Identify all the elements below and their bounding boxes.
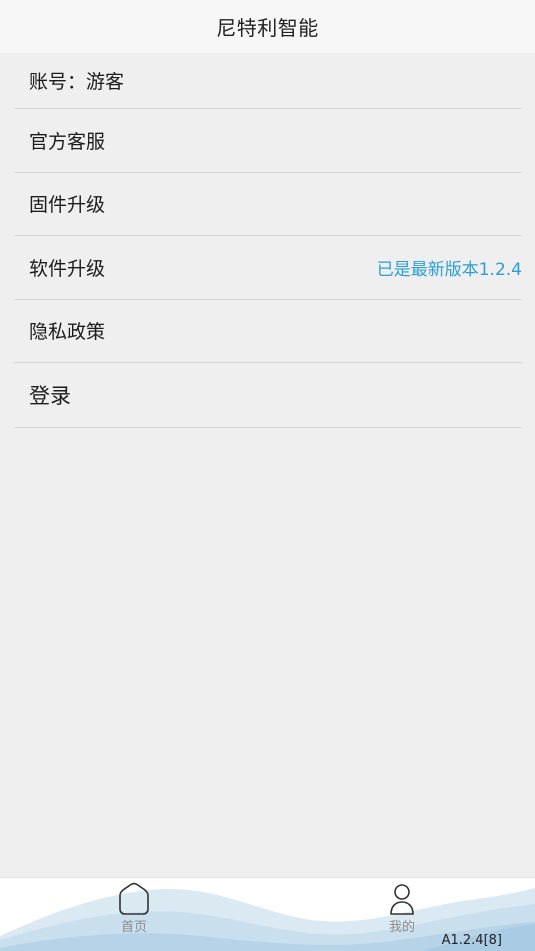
bottom-tab-bar: 首页 我的 A1.2.4[8] xyxy=(0,877,535,951)
menu-item-customer-service[interactable]: 官方客服 xyxy=(14,109,522,173)
settings-menu: 账号：游客 官方客服 固件升级 软件升级 已是最新版本1.2.4 隐私政策 登录 xyxy=(0,53,535,428)
tab-home[interactable]: 首页 xyxy=(94,882,174,940)
menu-item-label: 登录 xyxy=(29,384,71,408)
user-icon xyxy=(390,884,414,915)
software-version-status: 已是最新版本1.2.4 xyxy=(376,259,522,280)
page-title: 尼特利智能 xyxy=(216,16,319,40)
menu-item-software-upgrade[interactable]: 软件升级 已是最新版本1.2.4 xyxy=(14,236,522,300)
menu-item-firmware-upgrade[interactable]: 固件升级 xyxy=(14,173,522,236)
tab-home-label: 首页 xyxy=(120,920,147,935)
tab-mine[interactable]: 我的 xyxy=(362,882,442,940)
home-icon xyxy=(119,882,149,915)
menu-item-label: 官方客服 xyxy=(29,130,106,153)
tab-mine-label: 我的 xyxy=(388,920,415,935)
menu-item-login[interactable]: 登录 xyxy=(14,363,522,428)
app-header: 尼特利智能 xyxy=(0,0,535,53)
menu-item-label: 固件升级 xyxy=(29,194,106,217)
app-screen: 尼特利智能 账号：游客 官方客服 固件升级 软件升级 已是最新版本1.2.4 隐… xyxy=(0,0,535,951)
menu-item-label: 隐私政策 xyxy=(29,321,106,344)
app-version-label: A1.2.4[8] xyxy=(441,933,502,948)
menu-item-privacy-policy[interactable]: 隐私政策 xyxy=(14,300,522,363)
menu-item-account[interactable]: 账号：游客 xyxy=(14,53,522,109)
menu-item-label: 软件升级 xyxy=(29,257,106,280)
menu-item-label: 账号：游客 xyxy=(29,71,125,93)
